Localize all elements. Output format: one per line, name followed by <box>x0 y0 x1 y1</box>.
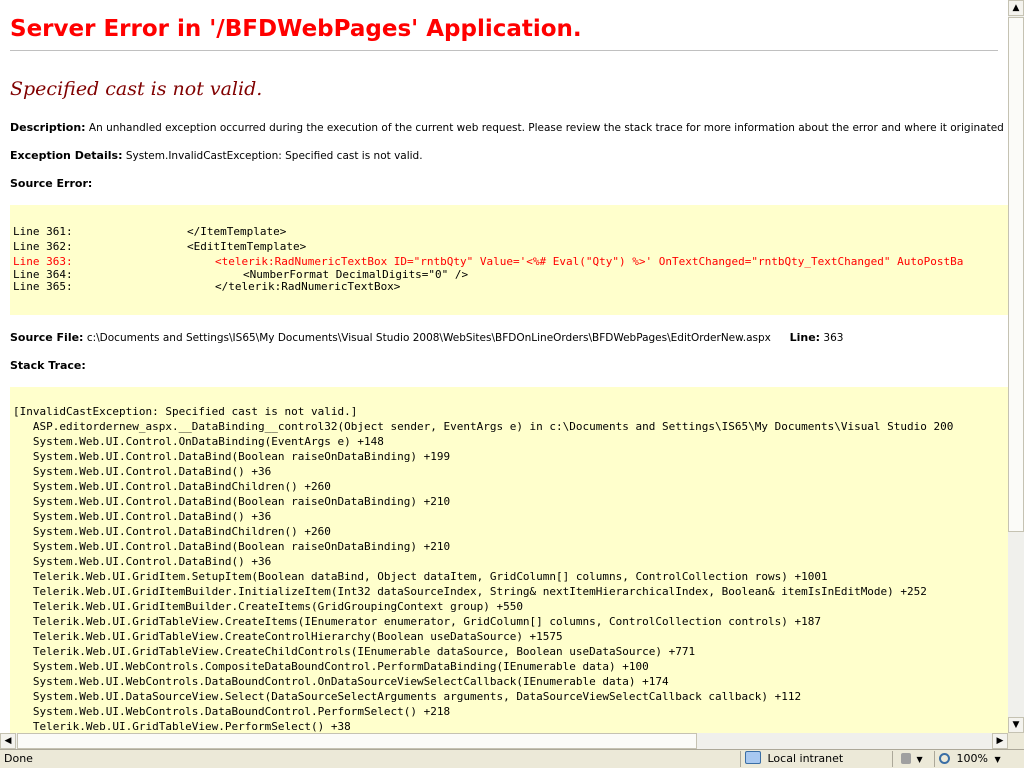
source-line-number: Line 362: <box>13 240 73 253</box>
zoom-icon <box>939 753 950 764</box>
stack-trace-frame: Telerik.Web.UI.GridTableView.CreateChild… <box>13 645 696 658</box>
zone-label: Local intranet <box>767 752 844 765</box>
scroll-left-button[interactable]: ◀ <box>0 733 16 749</box>
horizontal-scroll-thumb[interactable] <box>17 733 697 749</box>
description-text: An unhandled exception occurred during t… <box>88 122 1008 134</box>
stack-trace-frame: System.Web.UI.Control.DataBind() +36 <box>13 510 272 523</box>
description-label: Description: <box>10 121 86 134</box>
scroll-up-button[interactable]: ▲ <box>1008 0 1024 16</box>
stack-trace-frame: System.Web.UI.Control.DataBind() +36 <box>13 465 272 478</box>
zoom-control[interactable]: 100% ▼ <box>934 751 1024 767</box>
source-line-code: <EditItemTemplate> <box>187 240 307 253</box>
chevron-down-icon: ▼ <box>916 755 923 764</box>
source-line-code: </ItemTemplate> <box>187 225 287 238</box>
zoom-level: 100% <box>956 752 988 765</box>
source-line: Line 361: </ItemTemplate> <box>13 224 1008 239</box>
source-file-label: Source File: <box>10 331 84 344</box>
stack-trace-frame: System.Web.UI.Control.DataBind() +36 <box>13 555 272 568</box>
browser-viewport: Server Error in '/BFDWebPages' Applicati… <box>0 0 1008 733</box>
vertical-scroll-thumb[interactable] <box>1008 17 1024 532</box>
stack-trace-frame: ASP.editordernew_aspx.__DataBinding__con… <box>13 420 954 433</box>
stack-trace-frame: System.Web.UI.Control.DataBind(Boolean r… <box>13 540 451 553</box>
stack-trace-label: Stack Trace: <box>10 359 86 372</box>
stack-trace-frame: [InvalidCastException: Specified cast is… <box>13 405 358 418</box>
globe-intranet-icon <box>745 751 761 764</box>
security-zone[interactable]: Local intranet <box>740 751 891 767</box>
stack-trace-frame: System.Web.UI.WebControls.DataBoundContr… <box>13 705 451 718</box>
source-line: Line 364: <NumberFormat DecimalDigits="0"… <box>13 269 1008 281</box>
source-error-label: Source Error: <box>10 177 93 190</box>
vertical-scrollbar[interactable]: ▲ ▼ <box>1008 0 1024 733</box>
stack-trace-code: [InvalidCastException: Specified cast is… <box>10 387 1008 733</box>
source-error-line: Source Error: <box>10 177 92 190</box>
source-line-number: Line 365: <box>13 280 73 293</box>
stack-trace-box: [InvalidCastException: Specified cast is… <box>10 387 1008 733</box>
stack-trace-line: Stack Trace: <box>10 359 86 372</box>
stack-trace-frame: System.Web.UI.Control.DataBind(Boolean r… <box>13 495 451 508</box>
stack-trace-frame: System.Web.UI.WebControls.DataBoundContr… <box>13 675 669 688</box>
protected-mode[interactable]: ▼ <box>892 751 933 767</box>
source-line-number: Line 361: <box>13 225 73 238</box>
exception-line: Exception Details: System.InvalidCastExc… <box>10 149 423 162</box>
stack-trace-frame: System.Web.UI.Control.DataBind(Boolean r… <box>13 450 451 463</box>
stack-trace-frame: Telerik.Web.UI.GridItemBuilder.CreateIte… <box>13 600 523 613</box>
source-error-box: Line 361: </ItemTemplate> Line 362: <EditIt… <box>10 205 1008 315</box>
stack-trace-frame: Telerik.Web.UI.GridItem.SetupItem(Boolea… <box>13 570 828 583</box>
stack-trace-frame: Telerik.Web.UI.GridItemBuilder.Initializ… <box>13 585 927 598</box>
source-line-code: </telerik:RadNumericTextBox> <box>215 280 401 293</box>
stack-trace-frame: System.Web.UI.Control.DataBindChildren()… <box>13 525 331 538</box>
error-message: Specified cast is not valid. <box>10 78 263 100</box>
stack-trace-frame: System.Web.UI.Control.OnDataBinding(Even… <box>13 435 384 448</box>
lock-icon <box>901 753 911 764</box>
source-file-path: c:\Documents and Settings\IS65\My Docume… <box>86 332 771 344</box>
exception-label: Exception Details: <box>10 149 123 162</box>
stack-trace-frame: System.Web.UI.DataSourceView.Select(Data… <box>13 690 802 703</box>
stack-trace-frame: System.Web.UI.WebControls.CompositeDataB… <box>13 660 649 673</box>
source-line-number: Line 363: <box>13 255 73 268</box>
source-line: Line 362: <EditItemTemplate> <box>13 239 1008 254</box>
stack-trace-frame: System.Web.UI.Control.DataBindChildren()… <box>13 480 331 493</box>
zoom-chevron-icon: ▼ <box>994 755 1001 764</box>
source-file-line: Source File: c:\Documents and Settings\I… <box>10 331 843 344</box>
source-line: Line 365: </telerik:RadNumericTextBox> <box>13 281 1008 293</box>
page-title: Server Error in '/BFDWebPages' Applicati… <box>10 16 582 42</box>
description-line: Description: An unhandled exception occu… <box>10 121 1008 134</box>
line-number: 363 <box>823 332 844 344</box>
scrollbar-corner <box>1008 733 1024 749</box>
source-line-code: <telerik:RadNumericTextBox ID="rntbQty" … <box>215 255 964 268</box>
horizontal-scrollbar[interactable]: ◀ ▶ <box>0 733 1008 749</box>
stack-trace-frame: Telerik.Web.UI.GridTableView.PerformSele… <box>13 720 351 733</box>
scroll-right-button[interactable]: ▶ <box>992 733 1008 749</box>
title-divider <box>10 50 998 51</box>
line-label: Line: <box>789 331 821 344</box>
exception-text: System.InvalidCastException: Specified c… <box>125 150 423 162</box>
source-line-error: Line 363: <telerik:RadNumericTextBox ID="… <box>13 254 1008 269</box>
stack-trace-frame: Telerik.Web.UI.GridTableView.CreateItems… <box>13 615 821 628</box>
status-text: Done <box>4 752 33 765</box>
scroll-down-button[interactable]: ▼ <box>1008 717 1024 733</box>
status-bar: Done Local intranet ▼ 100% ▼ <box>0 749 1024 768</box>
source-code: Line 361: </ItemTemplate> Line 362: <EditIt… <box>10 205 1008 293</box>
stack-trace-frame: Telerik.Web.UI.GridTableView.CreateContr… <box>13 630 563 643</box>
